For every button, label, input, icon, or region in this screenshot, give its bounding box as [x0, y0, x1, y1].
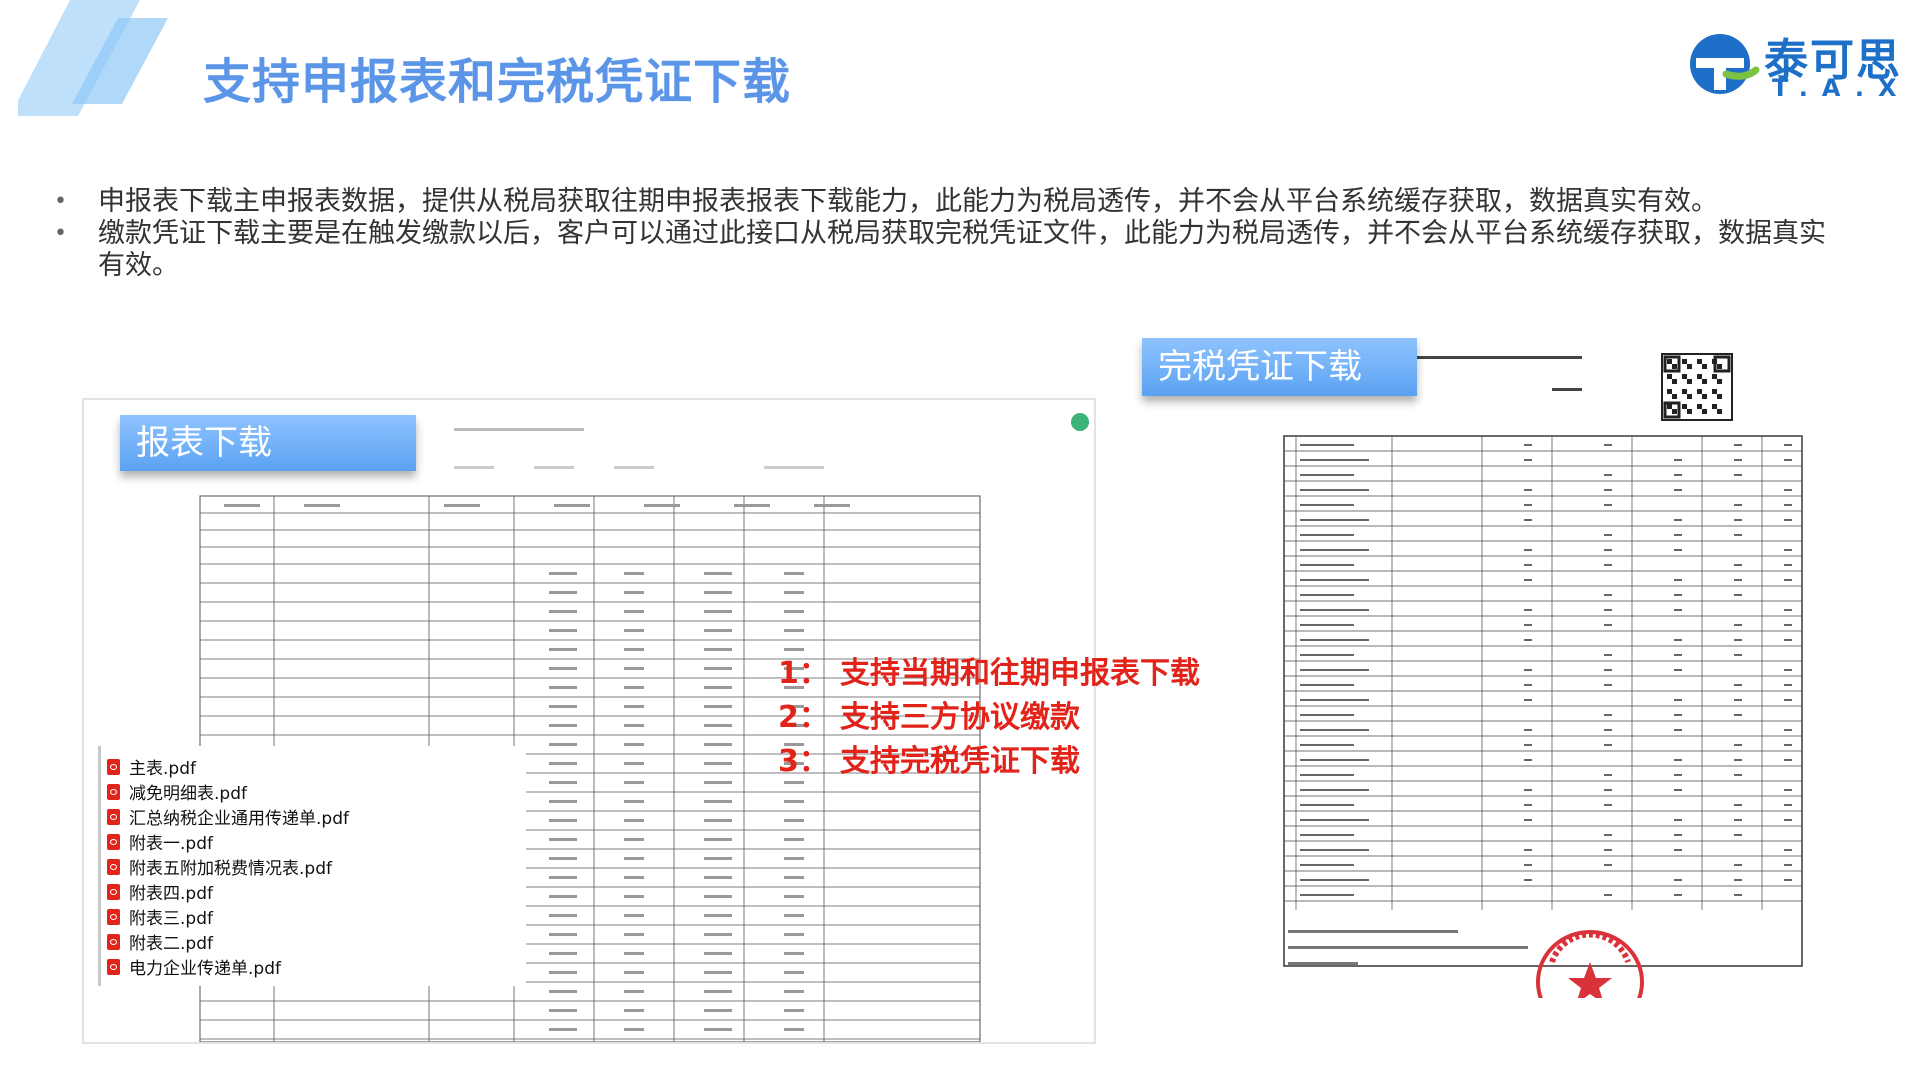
- qr-code-icon: [1661, 353, 1733, 421]
- feature-text: 支持三方协议缴款: [840, 700, 1080, 735]
- company-logo: 泰可思 T.A.X: [1680, 28, 1902, 102]
- logo-subtitle: T.A.X: [1772, 74, 1911, 102]
- header-decoration: [18, 0, 168, 116]
- tax-receipt-document: [1262, 350, 1822, 998]
- pdf-file-icon: [107, 808, 120, 825]
- feature-list: 1： 支持当期和往期申报表下载 2： 支持三方协议缴款 3： 支持完税凭证下载: [778, 652, 1200, 784]
- pdf-file-item[interactable]: 主表.pdf: [101, 754, 526, 779]
- file-name: 附表一.pdf: [129, 834, 213, 854]
- pdf-file-item[interactable]: 附表四.pdf: [101, 879, 526, 904]
- pdf-file-item[interactable]: 附表一.pdf: [101, 829, 526, 854]
- pdf-file-item[interactable]: 汇总纳税企业通用传递单.pdf: [101, 804, 526, 829]
- feature-number: 2：: [778, 700, 829, 735]
- pdf-file-icon: [107, 908, 120, 925]
- pdf-file-item[interactable]: 附表三.pdf: [101, 904, 526, 929]
- bullet-dot-icon: •: [54, 189, 67, 214]
- file-name: 附表五附加税费情况表.pdf: [129, 859, 332, 879]
- pdf-file-icon: [107, 883, 120, 900]
- pdf-file-icon: [107, 833, 120, 850]
- pdf-file-icon: [107, 758, 120, 775]
- feature-text: 支持完税凭证下载: [840, 744, 1080, 779]
- bullet-list: • 申报表下载主申报表数据，提供从税局获取往期申报表报表下载能力，此能力为税局透…: [48, 186, 1848, 282]
- file-name: 附表三.pdf: [129, 909, 213, 929]
- bullet-item: • 申报表下载主申报表数据，提供从税局获取往期申报表报表下载能力，此能力为税局透…: [48, 186, 1848, 218]
- pdf-file-icon: [107, 958, 120, 975]
- feature-number: 1：: [778, 656, 829, 691]
- feature-item: 3： 支持完税凭证下载: [778, 740, 1200, 784]
- report-download-badge: 报表下载: [120, 415, 416, 471]
- bullet-item: • 缴款凭证下载主要是在触发缴款以后，客户可以通过此接口从税局获取完税凭证文件，…: [48, 218, 1848, 282]
- feature-item: 1： 支持当期和往期申报表下载: [778, 652, 1200, 696]
- pdf-file-item[interactable]: 附表二.pdf: [101, 929, 526, 954]
- feature-item: 2： 支持三方协议缴款: [778, 696, 1200, 740]
- pdf-file-item[interactable]: 减免明细表.pdf: [101, 779, 526, 804]
- pdf-file-icon: [107, 783, 120, 800]
- pdf-file-list: 主表.pdf 减免明细表.pdf 汇总纳税企业通用传递单.pdf 附表一.pdf…: [98, 746, 526, 986]
- file-name: 汇总纳税企业通用传递单.pdf: [129, 809, 349, 829]
- file-name: 主表.pdf: [129, 759, 196, 779]
- file-name: 电力企业传递单.pdf: [129, 959, 281, 979]
- feature-text: 支持当期和往期申报表下载: [840, 656, 1200, 691]
- feature-number: 3：: [778, 744, 829, 779]
- bullet-text: 缴款凭证下载主要是在触发缴款以后，客户可以通过此接口从税局获取完税凭证文件，此能…: [98, 218, 1826, 281]
- logo-icon: [1690, 34, 1760, 94]
- page-title: 支持申报表和完税凭证下载: [203, 54, 792, 110]
- file-name: 附表二.pdf: [129, 934, 213, 954]
- file-name: 减免明细表.pdf: [129, 784, 247, 804]
- pdf-file-item[interactable]: 电力企业传递单.pdf: [101, 954, 526, 979]
- pdf-file-item[interactable]: 附表五附加税费情况表.pdf: [101, 854, 526, 879]
- pdf-file-icon: [107, 933, 120, 950]
- bullet-dot-icon: •: [54, 221, 67, 246]
- receipt-download-badge: 完税凭证下载: [1142, 338, 1417, 396]
- pdf-file-icon: [107, 858, 120, 875]
- bullet-text: 申报表下载主申报表数据，提供从税局获取往期申报表报表下载能力，此能力为税局透传，…: [98, 186, 1718, 217]
- file-name: 附表四.pdf: [129, 884, 213, 904]
